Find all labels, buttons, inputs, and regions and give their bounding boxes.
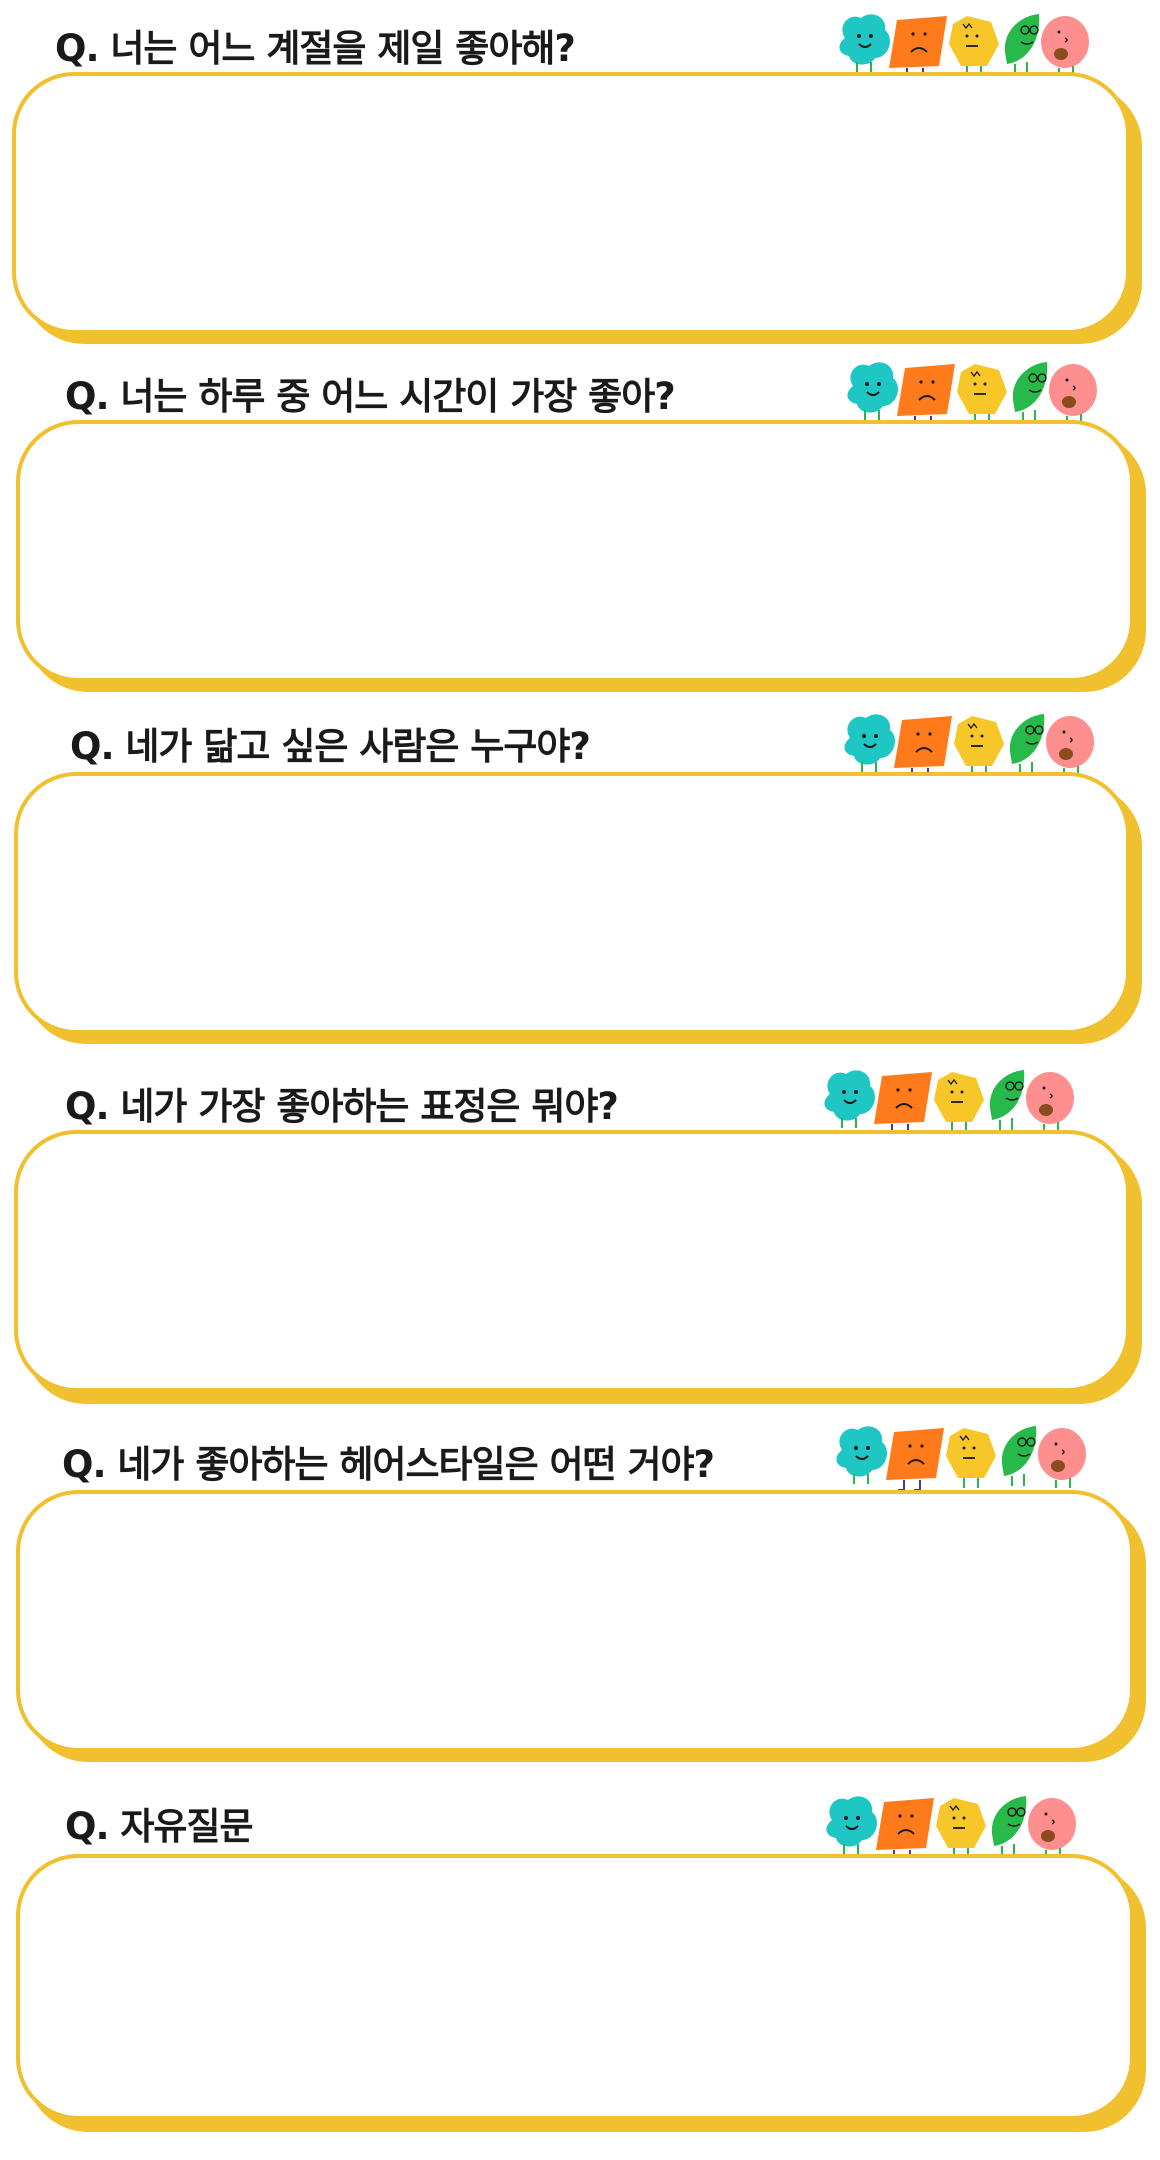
teal-blob-icon — [826, 1796, 877, 1854]
green-leaf-icon — [1012, 362, 1048, 422]
orange-square-icon — [894, 716, 952, 779]
green-leaf-icon — [1009, 714, 1045, 774]
teal-blob-icon — [836, 1426, 887, 1484]
orange-square-icon — [886, 1428, 944, 1491]
orange-square-icon — [897, 364, 955, 427]
answer-box[interactable] — [14, 772, 1130, 1034]
question-label: Q. 네가 닮고 싶은 사람은 누구야? — [70, 725, 591, 768]
answer-box[interactable] — [12, 72, 1130, 334]
answer-box[interactable] — [16, 1854, 1134, 2120]
mascot-group-icon — [836, 1426, 1086, 1491]
yellow-hexagon-icon — [946, 1428, 996, 1488]
green-leaf-icon — [1004, 14, 1040, 74]
pink-blob-icon — [1038, 1428, 1086, 1488]
answer-input[interactable] — [58, 806, 1086, 1000]
question-label: Q. 너는 어느 계절을 제일 좋아해? — [55, 27, 576, 70]
yellow-hexagon-icon — [936, 1798, 986, 1858]
green-leaf-icon — [989, 1070, 1025, 1130]
mascot-group-icon — [839, 14, 1089, 79]
question-section-5: Q. 네가 좋아하는 헤어스타일은 어떤 거야? — [0, 1420, 1160, 1770]
teal-blob-icon — [824, 1070, 875, 1128]
question-label: Q. 네가 가장 좋아하는 표정은 뭐야? — [65, 1085, 619, 1128]
mascot-group-icon — [847, 362, 1097, 427]
answer-input[interactable] — [58, 1164, 1086, 1358]
pink-blob-icon — [1049, 364, 1097, 424]
question-section-3: Q. 네가 닮고 싶은 사람은 누구야? — [0, 704, 1160, 1054]
green-leaf-icon — [991, 1796, 1027, 1856]
orange-square-icon — [889, 16, 947, 79]
mascot-group-icon — [826, 1796, 1076, 1861]
answer-box[interactable] — [16, 1490, 1134, 1752]
orange-square-icon — [874, 1072, 932, 1135]
answer-input[interactable] — [60, 1524, 1090, 1718]
pink-blob-icon — [1026, 1072, 1074, 1132]
yellow-hexagon-icon — [954, 716, 1004, 776]
teal-blob-icon — [847, 362, 898, 420]
question-label: Q. 네가 좋아하는 헤어스타일은 어떤 거야? — [62, 1443, 715, 1486]
question-section-4: Q. 네가 가장 좋아하는 표정은 뭐야? — [0, 1062, 1160, 1412]
question-section-1: Q. 너는 어느 계절을 제일 좋아해? — [0, 0, 1160, 350]
teal-blob-icon — [844, 714, 895, 772]
yellow-hexagon-icon — [934, 1072, 984, 1132]
answer-box[interactable] — [16, 420, 1134, 682]
answer-input[interactable] — [60, 1888, 1090, 2086]
answer-input[interactable] — [60, 454, 1090, 648]
question-label: Q. 자유질문 — [65, 1805, 254, 1848]
pink-blob-icon — [1028, 1798, 1076, 1858]
question-section-6: Q. 자유질문 — [0, 1784, 1160, 2160]
yellow-hexagon-icon — [957, 364, 1007, 424]
answer-box[interactable] — [14, 1130, 1130, 1392]
pink-blob-icon — [1046, 716, 1094, 776]
question-label: Q. 너는 하루 중 어느 시간이 가장 좋아? — [65, 375, 676, 418]
orange-square-icon — [876, 1798, 934, 1861]
mascot-group-icon — [844, 714, 1094, 779]
pink-blob-icon — [1041, 16, 1089, 76]
answer-input[interactable] — [56, 106, 1086, 300]
green-leaf-icon — [1001, 1426, 1037, 1486]
question-section-2: Q. 너는 하루 중 어느 시간이 가장 좋아? — [0, 350, 1160, 700]
mascot-group-icon — [824, 1070, 1074, 1135]
teal-blob-icon — [839, 14, 890, 72]
yellow-hexagon-icon — [949, 16, 999, 76]
